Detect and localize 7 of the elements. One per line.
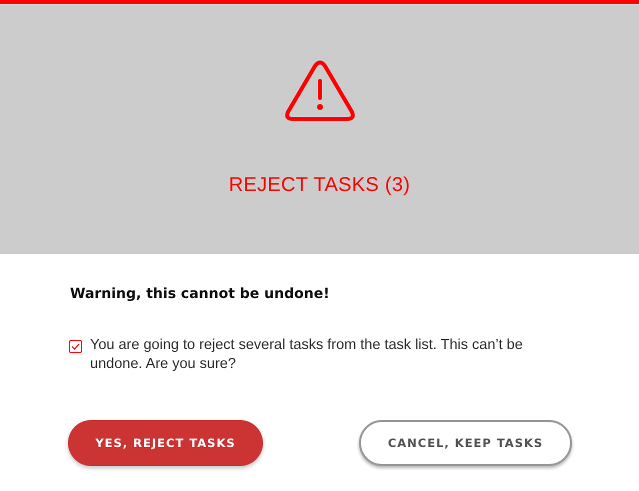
cancel-button[interactable]: CANCEL, KEEP TASKS xyxy=(359,420,572,466)
dialog-title: REJECT TASKS (3) xyxy=(228,174,410,197)
confirm-label: You are going to reject several tasks from the task list. This can’t be undone. Are you sure? xyxy=(90,336,524,374)
warning-icon xyxy=(284,60,354,122)
confirm-checkbox[interactable] xyxy=(69,340,82,353)
warning-text: Warning, this cannot be undone! xyxy=(70,286,331,302)
reject-button[interactable]: YES, REJECT TASKS xyxy=(68,420,263,466)
